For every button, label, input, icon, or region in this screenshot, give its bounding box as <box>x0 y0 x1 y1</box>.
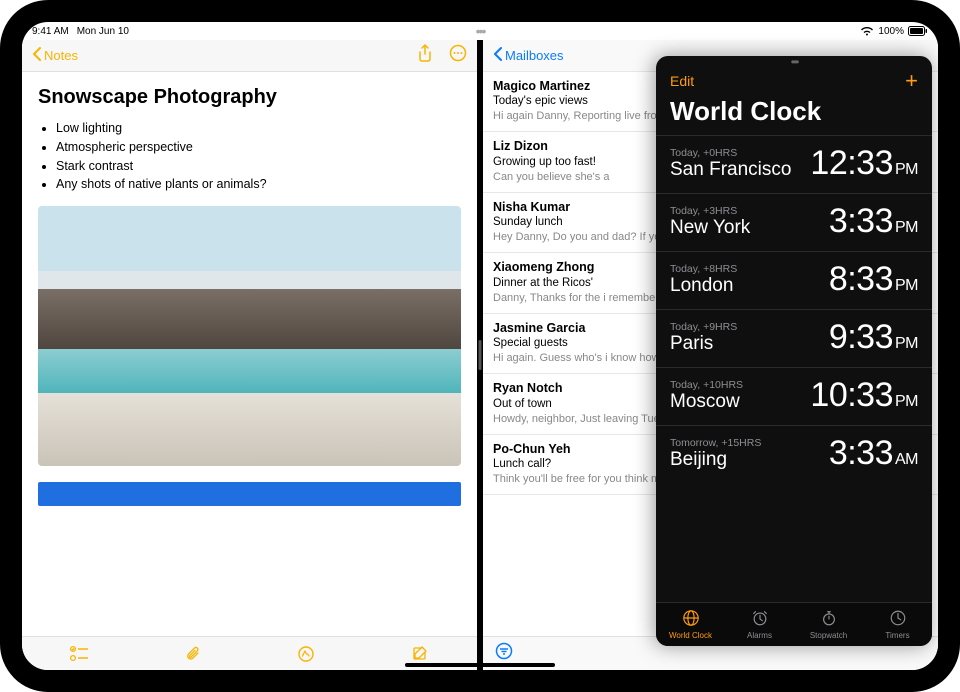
mail-back-label: Mailboxes <box>505 48 564 63</box>
clock-tab-alarm[interactable]: Alarms <box>725 603 794 646</box>
clock-time: 3:33AM <box>829 434 918 473</box>
note-bullet[interactable]: Stark contrast <box>56 157 461 176</box>
compose-icon[interactable] <box>410 644 430 664</box>
clock-time: 10:33PM <box>810 376 918 415</box>
multitask-indicator-icon[interactable]: ••• <box>476 23 485 39</box>
clock-tab-timer[interactable]: Timers <box>863 603 932 646</box>
clock-offset: Today, +0HRS <box>670 147 791 159</box>
clock-ampm: PM <box>895 161 918 179</box>
clock-add-button[interactable]: + <box>905 70 918 92</box>
note-bullet[interactable]: Low lighting <box>56 119 461 138</box>
clock-row[interactable]: Today, +0HRSSan Francisco 12:33PM <box>656 135 932 193</box>
status-date: Mon Jun 10 <box>77 26 129 37</box>
home-indicator[interactable] <box>405 663 555 667</box>
clock-slide-over[interactable]: ••• Edit + World Clock Today, +0HRSSan F… <box>656 56 932 646</box>
draw-icon[interactable] <box>296 644 316 664</box>
split-handle-icon[interactable] <box>479 340 482 370</box>
status-bar: 9:41 AM Mon Jun 10 ••• 100% <box>22 22 938 40</box>
clock-row[interactable]: Today, +3HRSNew York 3:33PM <box>656 193 932 251</box>
clock-time: 12:33PM <box>810 144 918 183</box>
checklist-icon[interactable] <box>69 644 89 664</box>
battery-icon <box>908 26 928 36</box>
note-title[interactable]: Snowscape Photography <box>38 86 461 109</box>
slideover-grip-icon[interactable]: ••• <box>656 56 932 70</box>
clock-tab-label: World Clock <box>669 631 712 640</box>
clock-ampm: PM <box>895 335 918 353</box>
clock-time: 3:33PM <box>829 202 918 241</box>
clock-tab-stopwatch[interactable]: Stopwatch <box>794 603 863 646</box>
clock-city: Moscow <box>670 391 743 413</box>
note-bullet[interactable]: Atmospheric perspective <box>56 138 461 157</box>
chevron-left-icon <box>32 47 42 64</box>
clock-time: 8:33PM <box>829 260 918 299</box>
note-image[interactable] <box>38 206 461 466</box>
clock-tab-globe[interactable]: World Clock <box>656 603 725 646</box>
note-bullet-list[interactable]: Low lightingAtmospheric perspectiveStark… <box>56 119 461 194</box>
clock-ampm: PM <box>895 219 918 237</box>
alarm-icon <box>751 609 769 629</box>
clock-row[interactable]: Today, +10HRSMoscow 10:33PM <box>656 367 932 425</box>
timer-icon <box>889 609 907 629</box>
attachment-icon[interactable] <box>183 644 203 664</box>
clock-time: 9:33PM <box>829 318 918 357</box>
clock-offset: Today, +8HRS <box>670 263 737 275</box>
clock-title: World Clock <box>656 94 932 135</box>
clock-edit-button[interactable]: Edit <box>670 73 694 89</box>
clock-tab-label: Alarms <box>747 631 772 640</box>
clock-offset: Today, +3HRS <box>670 205 750 217</box>
notes-back-label: Notes <box>44 48 78 63</box>
world-clock-list[interactable]: Today, +0HRSSan Francisco12:33PMToday, +… <box>656 135 932 602</box>
wifi-icon <box>860 26 874 36</box>
clock-row[interactable]: Today, +9HRSParis 9:33PM <box>656 309 932 367</box>
clock-city: London <box>670 275 737 297</box>
clock-row[interactable]: Tomorrow, +15HRSBeijing 3:33AM <box>656 425 932 483</box>
note-image-loading <box>38 482 461 506</box>
more-icon[interactable] <box>449 44 467 67</box>
notes-app-pane: Notes Snowscape Photography Low lighting… <box>22 40 477 670</box>
clock-row[interactable]: Today, +8HRSLondon 8:33PM <box>656 251 932 309</box>
clock-offset: Today, +9HRS <box>670 321 737 333</box>
clock-city: New York <box>670 217 750 239</box>
note-bullet[interactable]: Any shots of native plants or animals? <box>56 175 461 194</box>
share-icon[interactable] <box>417 44 433 67</box>
clock-tab-bar: World Clock Alarms Stopwatch Timers <box>656 602 932 646</box>
clock-tab-label: Timers <box>885 631 909 640</box>
clock-ampm: PM <box>895 277 918 295</box>
globe-icon <box>682 609 700 629</box>
clock-offset: Today, +10HRS <box>670 379 743 391</box>
chevron-left-icon <box>493 47 503 64</box>
stopwatch-icon <box>820 609 838 629</box>
clock-ampm: PM <box>895 393 918 411</box>
clock-tab-label: Stopwatch <box>810 631 847 640</box>
battery-percent: 100% <box>878 26 904 37</box>
clock-city: Beijing <box>670 449 761 471</box>
clock-city: Paris <box>670 333 737 355</box>
clock-offset: Tomorrow, +15HRS <box>670 437 761 449</box>
notes-back-button[interactable]: Notes <box>32 47 78 64</box>
clock-ampm: AM <box>895 451 918 469</box>
filter-icon[interactable] <box>495 642 513 665</box>
clock-city: San Francisco <box>670 159 791 181</box>
status-time: 9:41 AM <box>32 26 69 37</box>
